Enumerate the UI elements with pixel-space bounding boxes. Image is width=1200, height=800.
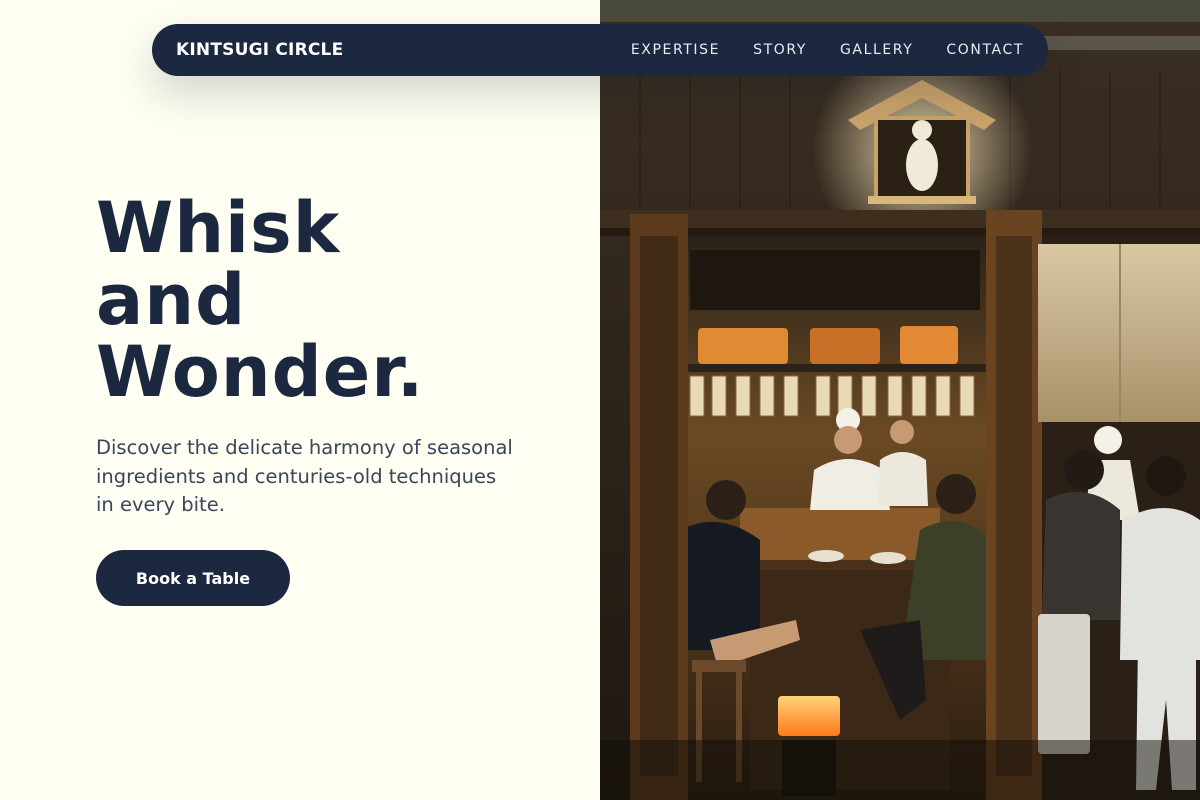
headline-line-2: and	[96, 259, 247, 341]
top-navbar: KINTSUGI CIRCLE EXPERTISE STORY GALLERY …	[152, 24, 1048, 76]
landing-page: KINTSUGI CIRCLE EXPERTISE STORY GALLERY …	[0, 0, 1200, 800]
hero-subtext: Discover the delicate harmony of seasona…	[96, 436, 513, 516]
nav-links: EXPERTISE STORY GALLERY CONTACT	[631, 42, 1024, 58]
hero-headline: Whisk and Wonder.	[96, 192, 424, 408]
headline-line-3: Wonder.	[96, 331, 425, 413]
brand-logo[interactable]: KINTSUGI CIRCLE	[176, 40, 343, 60]
nav-link-expertise[interactable]: EXPERTISE	[631, 42, 720, 58]
nav-link-story[interactable]: STORY	[753, 42, 807, 58]
nav-link-gallery[interactable]: GALLERY	[840, 42, 913, 58]
nav-link-contact[interactable]: CONTACT	[946, 42, 1024, 58]
hero-image	[600, 0, 1200, 800]
book-table-button[interactable]: Book a Table	[96, 550, 290, 606]
headline-line-1: Whisk	[96, 187, 341, 269]
